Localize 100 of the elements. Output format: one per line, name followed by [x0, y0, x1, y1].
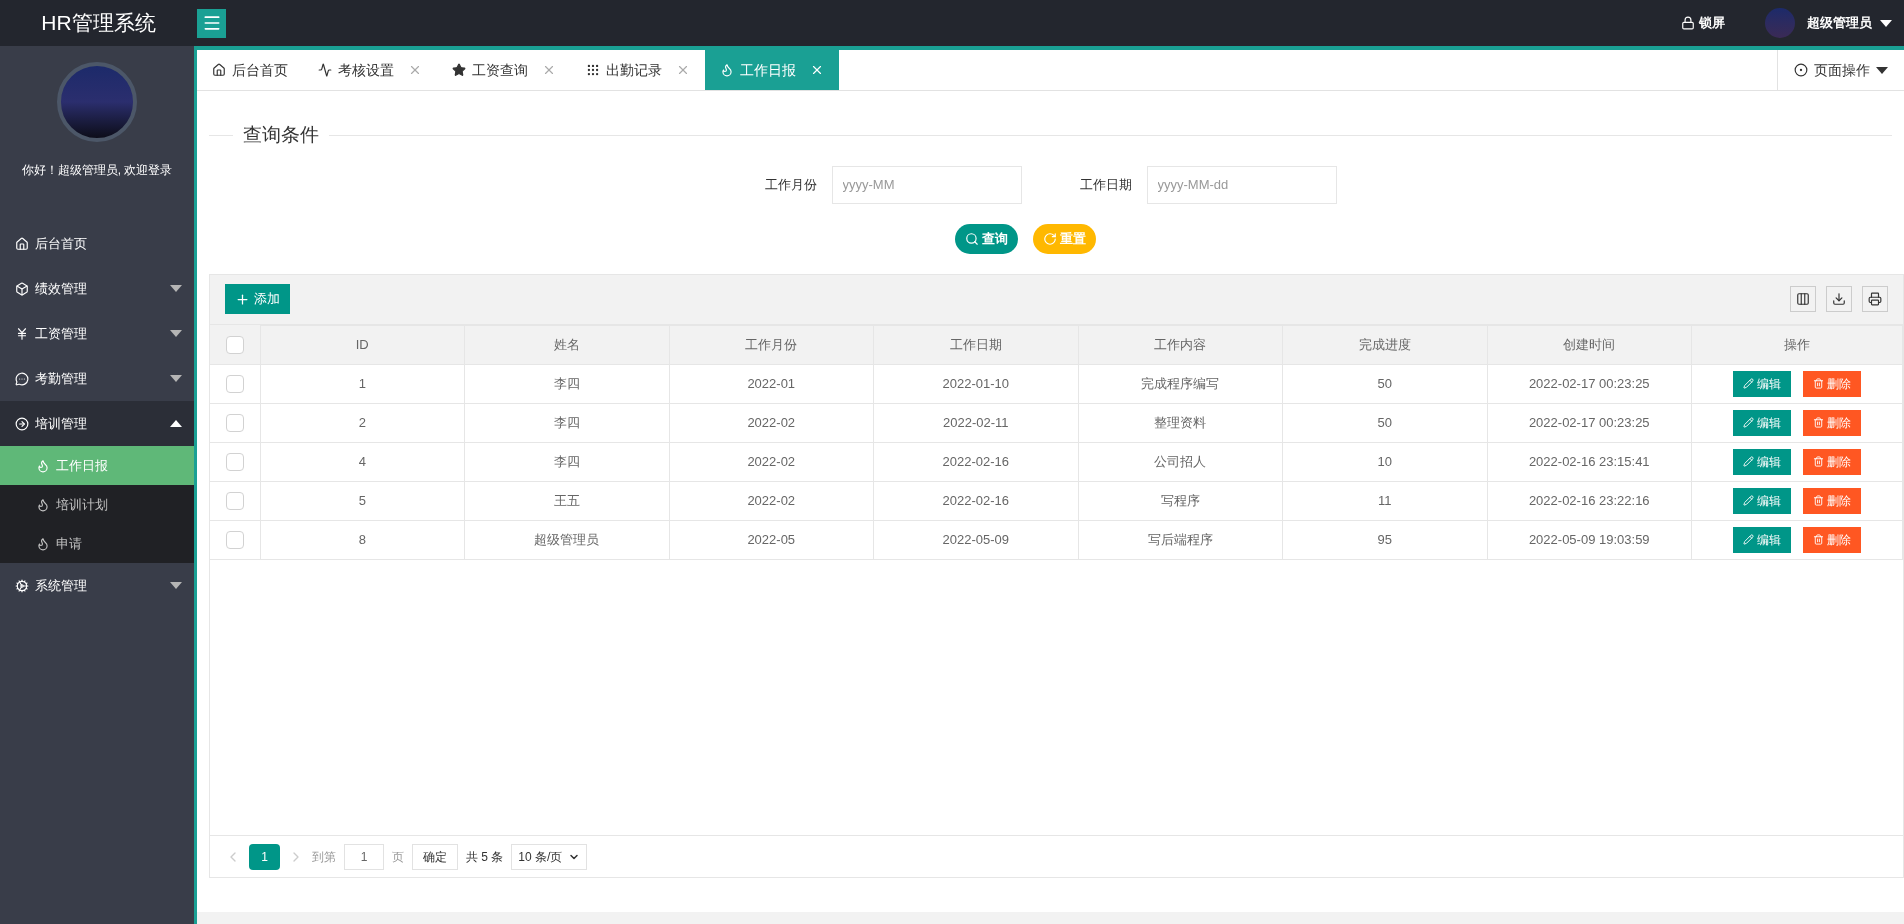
table-cell: 50	[1282, 403, 1487, 442]
table-cell: 4	[260, 442, 465, 481]
table-cell: 2022-02-16 23:15:41	[1487, 442, 1692, 481]
sidebar-item[interactable]: 培训管理	[0, 401, 194, 446]
menu-button[interactable]	[197, 8, 226, 38]
table-cell: 2022-02-16 23:22:16	[1487, 481, 1692, 520]
columns-button[interactable]	[1790, 286, 1816, 312]
pencil-icon	[1743, 495, 1754, 506]
column-header: 工作内容	[1078, 325, 1283, 364]
column-header: 工作日期	[873, 325, 1078, 364]
close-icon[interactable]	[676, 63, 690, 77]
edit-button[interactable]: 编辑	[1733, 448, 1791, 475]
table-cell: 8	[260, 520, 465, 559]
lock-screen-button[interactable]: 锁屏	[1681, 13, 1725, 33]
total-count: 共 5 条	[466, 848, 504, 866]
tab[interactable]: 工资查询	[437, 50, 571, 90]
edit-button[interactable]: 编辑	[1733, 409, 1791, 436]
sidebar-item[interactable]: 系统管理	[0, 563, 194, 608]
add-button[interactable]: 添加	[225, 284, 290, 314]
gear-icon	[15, 578, 29, 593]
table-cell: 2022-01-10	[873, 364, 1078, 403]
home-icon	[212, 63, 226, 77]
caret-icon	[1880, 19, 1892, 27]
table-cell: 5	[260, 481, 465, 520]
lock-icon	[1681, 16, 1695, 30]
table-cell: 2022-02	[669, 403, 874, 442]
table-cell: 11	[1282, 481, 1487, 520]
flame-icon	[36, 458, 50, 473]
field-label: 工作日期	[1079, 175, 1132, 194]
sidebar-subitem[interactable]: 申请	[0, 524, 194, 563]
target-icon	[1794, 63, 1808, 77]
caret-icon	[1876, 66, 1888, 74]
checkbox[interactable]	[225, 453, 244, 472]
home-icon	[15, 236, 29, 251]
refresh-icon	[1043, 231, 1057, 246]
page-input[interactable]: 1	[344, 843, 384, 870]
column-header: 工作月份	[669, 325, 874, 364]
table-cell: 2	[260, 403, 465, 442]
sidebar-item[interactable]: 绩效管理	[0, 266, 194, 311]
checkbox[interactable]	[225, 531, 244, 550]
checkbox[interactable]	[225, 492, 244, 511]
print-button[interactable]	[1862, 286, 1888, 312]
table-cell: 50	[1282, 364, 1487, 403]
search-button[interactable]: 查询	[955, 223, 1018, 254]
trash-icon	[1813, 417, 1824, 428]
table-cell: 王五	[464, 481, 669, 520]
app-title: HR管理系统	[41, 10, 156, 37]
close-icon[interactable]	[542, 63, 556, 77]
table-cell: 写程序	[1078, 481, 1283, 520]
table-cell: 李四	[464, 403, 669, 442]
export-button[interactable]	[1826, 286, 1852, 312]
edit-button[interactable]: 编辑	[1733, 370, 1791, 397]
table-cell: 超级管理员	[464, 520, 669, 559]
table-cell: 李四	[464, 364, 669, 403]
input-field[interactable]: yyyy-MM	[831, 165, 1022, 204]
user-menu-button[interactable]: 超级管理员	[1807, 13, 1892, 33]
table-cell: 李四	[464, 442, 669, 481]
pencil-icon	[1743, 534, 1754, 545]
table-cell: 2022-02	[669, 442, 874, 481]
table-cell: 95	[1282, 520, 1487, 559]
print-icon	[1868, 292, 1882, 306]
sidebar-item[interactable]: 工资管理	[0, 311, 194, 356]
page-button[interactable]: 1	[249, 843, 280, 870]
sidebar-item[interactable]: 后台首页	[0, 221, 194, 266]
checkbox[interactable]	[225, 336, 244, 355]
search-icon	[965, 231, 979, 246]
sidebar-item[interactable]: 考勤管理	[0, 356, 194, 401]
pencil-icon	[1743, 417, 1754, 428]
table-cell: 公司招人	[1078, 442, 1283, 481]
input-field[interactable]: yyyy-MM-dd	[1146, 165, 1337, 204]
table-cell: 2022-05	[669, 520, 874, 559]
export-icon	[1832, 292, 1846, 306]
columns-icon	[1796, 292, 1810, 306]
plus-icon	[235, 291, 250, 307]
close-icon[interactable]	[408, 63, 422, 77]
table-cell: 2022-02-17 00:23:25	[1487, 403, 1692, 442]
checkbox[interactable]	[225, 375, 244, 394]
checkbox[interactable]	[225, 414, 244, 433]
edit-button[interactable]: 编辑	[1733, 526, 1791, 553]
column-header: 创建时间	[1487, 325, 1692, 364]
close-icon[interactable]	[810, 63, 824, 77]
sidebar-subitem[interactable]: 培训计划	[0, 485, 194, 524]
tab[interactable]: 出勤记录	[571, 50, 705, 90]
edit-button[interactable]: 编辑	[1733, 487, 1791, 514]
table-cell: 2022-05-09	[873, 520, 1078, 559]
page-size-select[interactable]: 10 条/页	[511, 843, 588, 870]
column-header: 操作	[1691, 325, 1903, 364]
tab[interactable]: 后台首页	[197, 50, 303, 90]
table-cell: 1	[260, 364, 465, 403]
confirm-button[interactable]: 确定	[412, 843, 458, 870]
tab[interactable]: 考核设置	[303, 50, 437, 90]
column-header: 姓名	[464, 325, 669, 364]
trash-icon	[1813, 456, 1824, 467]
flame-icon	[36, 536, 50, 551]
welcome-text: 你好！超级管理员, 欢迎登录	[21, 162, 173, 179]
page-actions-button[interactable]: 页面操作	[1777, 50, 1904, 90]
goto-label: 到第	[312, 848, 336, 866]
column-header: 完成进度	[1282, 325, 1487, 364]
table-cell: 写后端程序	[1078, 520, 1283, 559]
page-label: 页	[392, 848, 404, 866]
